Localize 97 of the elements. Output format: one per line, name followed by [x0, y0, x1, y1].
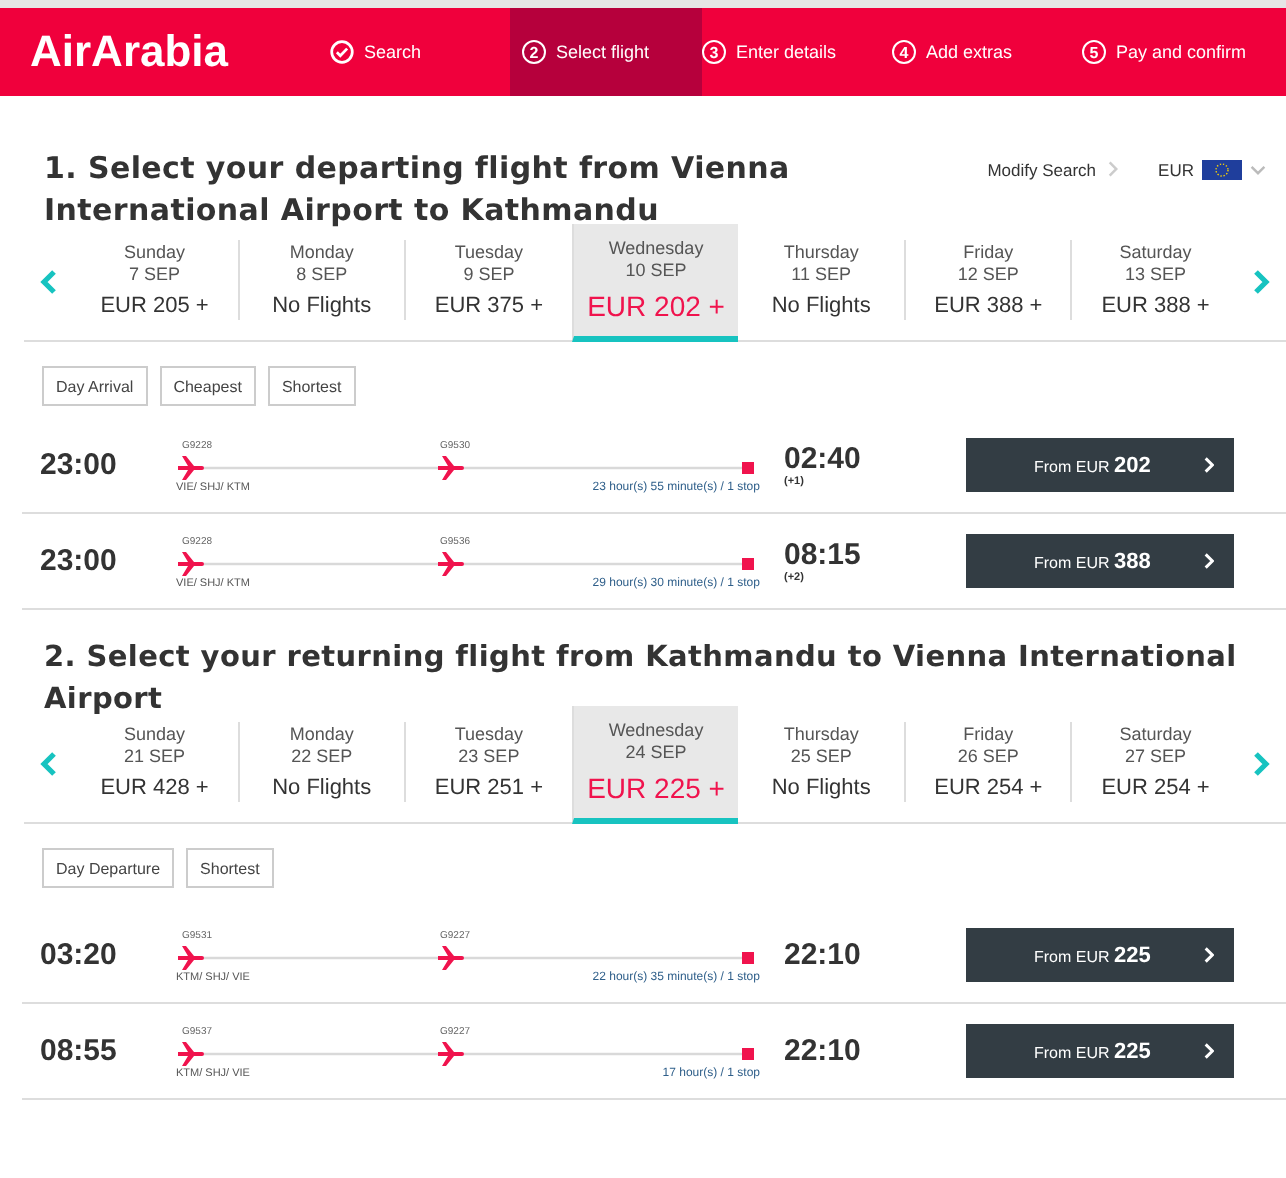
date-label: 27 SEP: [1124, 746, 1187, 766]
date-tab[interactable]: Saturday 27 SEP EUR 254 +: [1070, 722, 1239, 802]
departure-time: 03:20: [40, 938, 119, 972]
arrival-time: 08:15: [784, 538, 863, 572]
step-label: Select flight: [556, 42, 650, 62]
day-name: Monday: [289, 724, 354, 744]
check-icon: [330, 40, 354, 64]
chevron-right-icon: [1204, 552, 1214, 570]
step-number: 4: [892, 40, 916, 64]
day-name: Thursday: [783, 242, 859, 262]
sort-button[interactable]: Day Arrival: [42, 366, 148, 406]
date-tab[interactable]: Sunday 21 SEP EUR 428 +: [72, 722, 238, 802]
date-label: 7 SEP: [129, 264, 181, 284]
day-name: Wednesday: [608, 720, 704, 740]
step-tab[interactable]: 5 Pay and confirm: [1082, 8, 1272, 96]
step-number: 5: [1082, 40, 1106, 64]
date-tab[interactable]: Wednesday 10 SEP EUR 202 +: [571, 224, 739, 342]
date-price: No Flights: [771, 294, 871, 318]
date-price: EUR 375 +: [434, 294, 543, 318]
date-label: 9 SEP: [463, 264, 515, 284]
date-price: EUR 251 +: [434, 776, 543, 800]
select-fare-button[interactable]: From EUR 225: [966, 928, 1234, 982]
day-name: Tuesday: [454, 724, 524, 744]
day-name: Sunday: [124, 242, 186, 262]
date-label: 10 SEP: [625, 260, 687, 280]
step-tab[interactable]: Search: [330, 8, 510, 96]
date-label: 22 SEP: [291, 746, 353, 766]
day-name: Tuesday: [454, 242, 524, 262]
date-tab[interactable]: Thursday 25 SEP No Flights: [738, 722, 904, 802]
date-price: No Flights: [771, 776, 871, 800]
sort-button[interactable]: Day Departure: [42, 848, 175, 888]
date-tab[interactable]: Monday 8 SEP No Flights: [237, 240, 405, 320]
modify-search-link[interactable]: Modify Search: [987, 160, 1097, 180]
day-name: Monday: [289, 242, 354, 262]
date-price: EUR 388 +: [934, 294, 1043, 318]
departure-time: 08:55: [40, 1034, 119, 1068]
date-tab[interactable]: Wednesday 24 SEP EUR 225 +: [571, 706, 739, 824]
logo: AirArabia: [28, 24, 231, 80]
arrival-time: 22:10: [784, 938, 863, 972]
step-label: Pay and confirm: [1116, 42, 1247, 62]
date-tab[interactable]: Saturday 13 SEP EUR 388 +: [1070, 240, 1239, 320]
step-label: Search: [364, 42, 422, 62]
date-price: EUR 254 +: [934, 776, 1043, 800]
step-label: Enter details: [736, 42, 837, 62]
step-tab[interactable]: 3 Enter details: [702, 8, 892, 96]
chevron-right-icon: [1204, 1042, 1214, 1060]
sort-button[interactable]: Shortest: [267, 366, 356, 406]
date-price: EUR 254 +: [1101, 776, 1210, 800]
date-label: 8 SEP: [296, 264, 348, 284]
date-label: 11 SEP: [791, 264, 852, 284]
day-name: Saturday: [1119, 724, 1192, 744]
date-label: 23 SEP: [458, 746, 520, 766]
arrival-time: 02:40: [784, 442, 863, 476]
day-name: Friday: [963, 242, 1014, 262]
sort-button[interactable]: Shortest: [186, 848, 274, 888]
date-label: 24 SEP: [625, 742, 687, 762]
day-name: Saturday: [1119, 242, 1192, 262]
date-price: No Flights: [272, 294, 372, 318]
departure-time: 23:00: [40, 544, 119, 578]
step-number: 3: [702, 40, 726, 64]
step-label: Add extras: [926, 42, 1013, 62]
date-label: 26 SEP: [957, 746, 1019, 766]
date-tab[interactable]: Friday 12 SEP EUR 388 +: [903, 240, 1071, 320]
date-label: 12 SEP: [957, 264, 1019, 284]
step-number: 2: [522, 40, 546, 64]
day-name: Friday: [963, 724, 1014, 744]
arrival-time: 22:10: [784, 1034, 863, 1068]
date-label: 25 SEP: [790, 746, 852, 766]
date-price: EUR 205 +: [100, 294, 209, 318]
date-label: 13 SEP: [1124, 264, 1187, 284]
step-tab[interactable]: 2 Select flight: [510, 8, 702, 96]
date-price: EUR 225 +: [587, 772, 725, 804]
date-price: EUR 388 +: [1101, 294, 1210, 318]
date-tab[interactable]: Friday 26 SEP EUR 254 +: [903, 722, 1071, 802]
select-fare-button[interactable]: From EUR 225: [966, 1024, 1234, 1078]
date-tab[interactable]: Monday 22 SEP No Flights: [237, 722, 405, 802]
currency-label[interactable]: EUR: [1158, 160, 1194, 180]
date-label: 21 SEP: [124, 746, 186, 766]
chevron-right-icon: [1108, 160, 1119, 178]
date-price: No Flights: [272, 776, 372, 800]
sort-button[interactable]: Cheapest: [159, 366, 256, 406]
chevron-down-icon: [1250, 164, 1266, 176]
flag-icon: [1202, 160, 1242, 180]
select-fare-button[interactable]: From EUR 202: [966, 438, 1234, 492]
day-name: Sunday: [124, 724, 186, 744]
day-name: Thursday: [783, 724, 859, 744]
date-tab[interactable]: Sunday 7 SEP EUR 205 +: [72, 240, 238, 320]
date-tab[interactable]: Thursday 11 SEP No Flights: [738, 240, 904, 320]
departure-time: 23:00: [40, 448, 119, 482]
chevron-right-icon: [1204, 946, 1214, 964]
date-price: EUR 428 +: [100, 776, 209, 800]
select-fare-button[interactable]: From EUR 388: [966, 534, 1234, 588]
day-name: Wednesday: [608, 238, 704, 258]
section-title: 1. Select your departing flight from Vienna International Airport to Kathmandu: [44, 148, 792, 224]
date-price: EUR 202 +: [587, 290, 725, 322]
step-tab[interactable]: 4 Add extras: [892, 8, 1082, 96]
chevron-right-icon: [1204, 456, 1214, 474]
